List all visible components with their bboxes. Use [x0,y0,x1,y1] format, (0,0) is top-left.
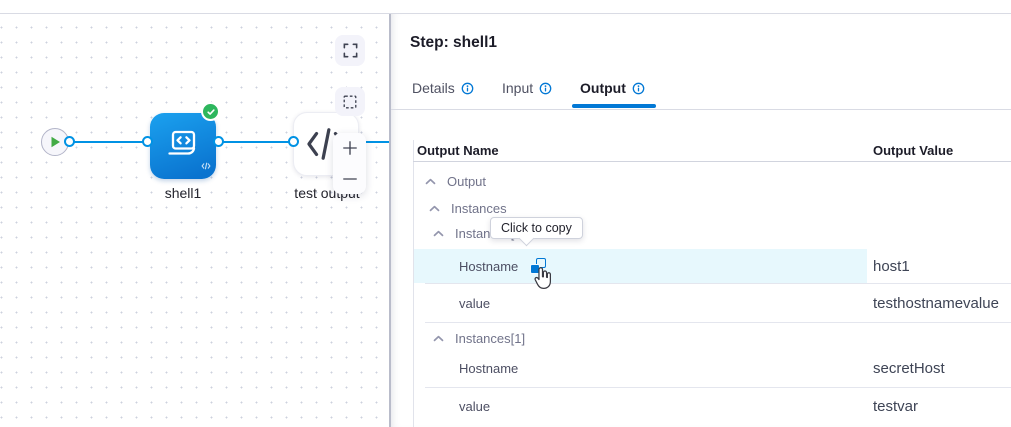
fit-to-screen-button[interactable] [335,35,365,66]
chevron-up-icon[interactable] [433,230,444,237]
active-tab-indicator [572,104,656,108]
top-toolbar-edge [0,0,1011,14]
output-value[interactable]: host1 [873,258,910,275]
start-node-out-port[interactable] [64,136,75,147]
tab-details-label: Details [412,80,455,96]
test-output-in-port[interactable] [288,136,299,147]
output-name-label: Hostname [459,259,518,274]
info-icon[interactable] [632,82,645,95]
app-window: shell1 test output [0,0,1011,427]
output-value[interactable]: testhostnamevalue [873,295,999,312]
code-mini-icon [201,157,211,175]
output-name-label: Hostname [459,361,518,376]
zoom-in-icon [342,140,358,156]
tab-output[interactable]: Output [580,80,645,96]
tab-input-label: Input [502,80,533,96]
zoom-controls [333,133,366,194]
header-divider [413,161,1011,162]
output-value[interactable]: testvar [873,398,918,415]
edge-start-to-shell1 [74,141,148,143]
marquee-select-button[interactable] [335,87,365,116]
panel-title: Step: shell1 [410,34,497,52]
play-icon [50,136,61,148]
chevron-up-icon[interactable] [433,335,444,342]
hand-cursor-icon [531,266,554,296]
tab-input[interactable]: Input [502,80,552,96]
table-row-value-1[interactable]: value testvar [391,388,1011,424]
shell1-in-port[interactable] [142,136,153,147]
copy-tooltip-text: Click to copy [501,221,572,235]
tree-row-instances-1[interactable]: Instances[1] [391,324,1011,352]
node-label-shell1: shell1 [165,185,202,201]
tree-group-label: Instances[1] [455,331,525,346]
tabs-separator [391,109,1011,110]
info-icon[interactable] [539,82,552,95]
output-value[interactable]: secretHost [873,360,945,377]
zoom-out-icon [342,171,358,187]
node-shell1[interactable] [150,113,216,179]
tree-row-output[interactable]: Output [391,167,1011,195]
shell1-out-port[interactable] [213,136,224,147]
marquee-select-icon [342,94,358,110]
tree-row-instances-0[interactable]: Instances[0] [391,219,1011,247]
output-name-label: value [459,399,490,414]
tree-group-label: Instances [451,201,507,216]
table-row-hostname-1[interactable]: Hostname secretHost [391,351,1011,385]
chevron-up-icon[interactable] [429,205,440,212]
output-name-label: value [459,296,490,311]
column-header-output-value: Output Value [873,143,953,158]
tree-group-label: Output [447,174,486,189]
table-row-value-0[interactable]: value testhostnamevalue [391,284,1011,322]
copy-tooltip: Click to copy [490,217,583,239]
table-row-hostname-0[interactable]: Hostname host1 [391,249,1011,283]
workflow-canvas[interactable]: shell1 test output [0,14,391,427]
shell-script-icon [164,129,202,163]
info-icon[interactable] [461,82,474,95]
chevron-up-icon[interactable] [425,178,436,185]
column-header-output-name: Output Name [417,143,499,158]
row-divider [425,322,1011,323]
zoom-in-button[interactable] [333,133,366,164]
edge-shell1-to-test-output [220,141,294,143]
tree-row-instances[interactable]: Instances [391,194,1011,222]
zoom-out-button[interactable] [333,164,366,195]
check-icon [206,107,216,117]
success-badge [201,102,220,121]
tab-output-label: Output [580,80,626,96]
step-details-panel: Step: shell1 Details Input Output [391,14,1011,427]
tab-details[interactable]: Details [412,80,474,96]
expand-icon [342,42,359,59]
